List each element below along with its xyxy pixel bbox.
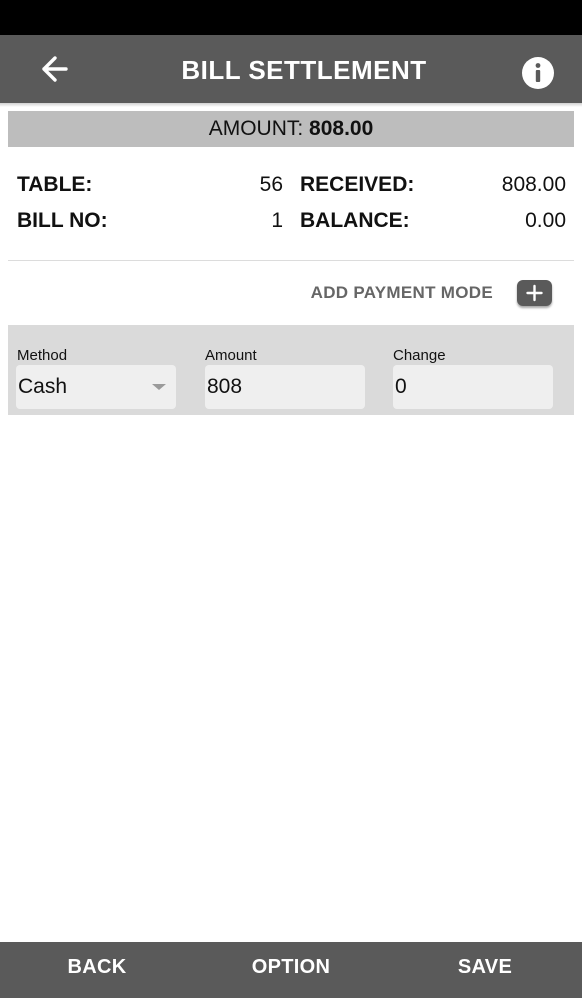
bill-no-value: 1 [271, 209, 283, 232]
app-bar: BILL SETTLEMENT [0, 35, 582, 103]
option-button[interactable]: OPTION [194, 942, 388, 998]
add-payment-mode-button[interactable] [517, 280, 552, 306]
status-bar [0, 0, 582, 35]
app-bar-shadow [0, 103, 582, 107]
table-value: 56 [259, 173, 283, 196]
method-select[interactable]: Cash [16, 365, 176, 409]
table-label: TABLE: [17, 173, 93, 196]
arrow-left-icon[interactable] [36, 52, 76, 86]
amount-input[interactable]: 808 [205, 365, 365, 409]
amount-value: 808.00 [309, 117, 374, 140]
received-label: RECEIVED: [300, 173, 415, 196]
divider [8, 260, 574, 261]
balance-label: BALANCE: [300, 209, 410, 232]
dropdown-caret-icon [152, 384, 166, 390]
info-icon[interactable] [521, 56, 555, 90]
amount-input-value: 808 [207, 375, 243, 398]
balance-value: 0.00 [525, 209, 566, 232]
received-value: 808.00 [501, 173, 566, 196]
bill-no-label: BILL NO: [17, 209, 108, 232]
add-payment-mode-label[interactable]: ADD PAYMENT MODE [240, 283, 493, 303]
amount-field-label: Amount [205, 347, 257, 364]
amount-label: AMOUNT: [208, 117, 304, 140]
plus-icon [526, 284, 543, 302]
method-value: Cash [18, 375, 68, 398]
save-button[interactable]: SAVE [388, 942, 582, 998]
page-title: BILL SETTLEMENT [181, 55, 427, 85]
amount-banner: AMOUNT: 808.00 [8, 111, 574, 147]
change-label: Change [393, 347, 446, 364]
change-input-value: 0 [395, 375, 407, 398]
method-label: Method [17, 347, 68, 364]
payment-row: Method Cash Amount 808 Change 0 [8, 325, 574, 415]
bottom-action-bar: BACK OPTION SAVE [0, 942, 582, 998]
back-button[interactable]: BACK [0, 942, 194, 998]
change-input[interactable]: 0 [393, 365, 553, 409]
